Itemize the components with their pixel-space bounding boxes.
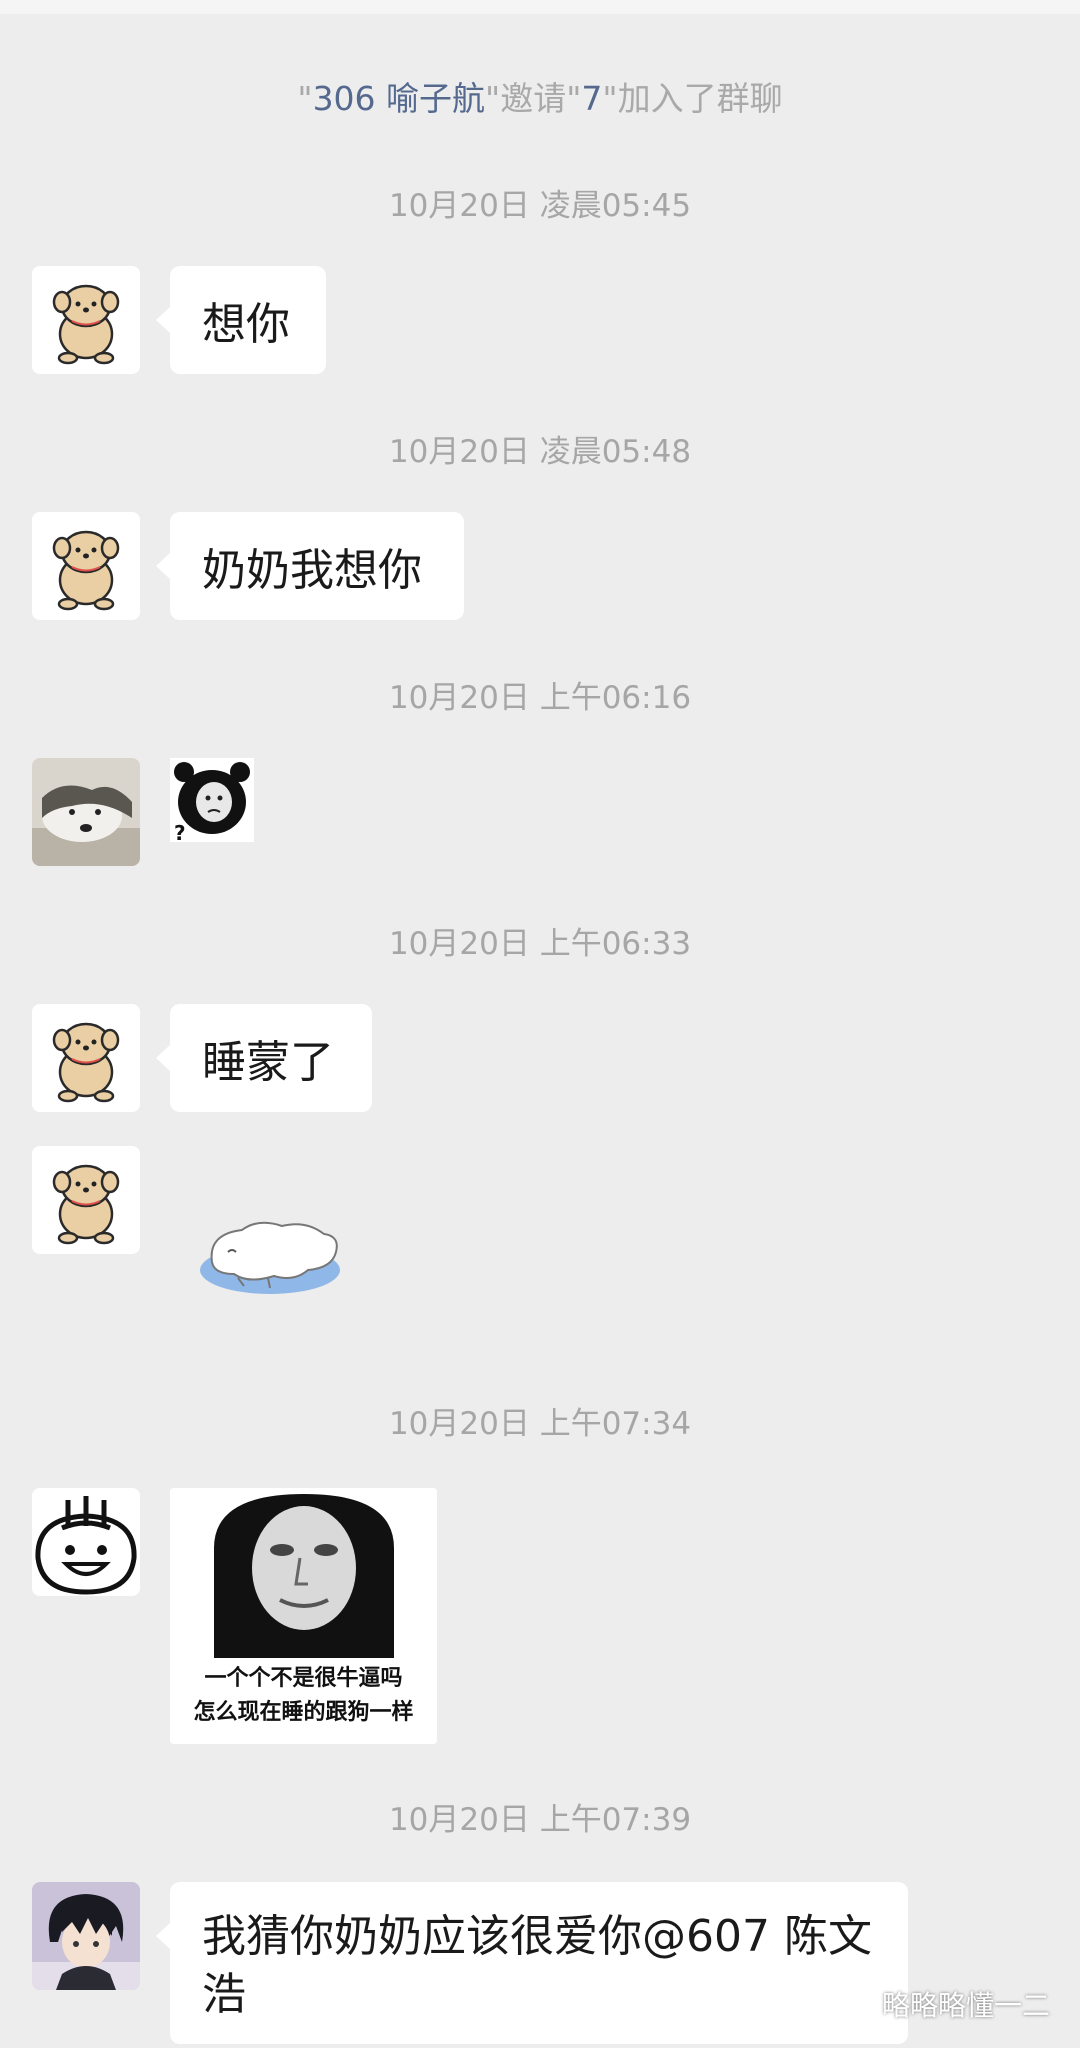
cartoon-dog-avatar[interactable]	[32, 266, 140, 374]
message-timestamp: 10月20日 上午06:33	[388, 926, 692, 962]
doodle-face-avatar[interactable]	[32, 1488, 140, 1596]
cartoon-dog-avatar[interactable]	[32, 1146, 140, 1254]
message-bubble[interactable]: 奶奶我想你	[156, 512, 464, 620]
svg-text:?: ?	[174, 821, 186, 842]
invitee-name[interactable]: 7	[581, 79, 602, 118]
message-text-line2: 浩	[202, 1969, 246, 2020]
notice-suffix: 加入了群聊	[617, 79, 783, 118]
message-timestamp: 10月20日 上午07:39	[388, 1802, 692, 1838]
cartoon-dog-avatar[interactable]	[32, 512, 140, 620]
meme-image[interactable]: 一个个不是很牛逼吗 怎么现在睡的跟狗一样	[170, 1488, 437, 1744]
watermark-text: 略略略懂一二	[881, 1989, 1050, 2022]
message-timestamp: 10月20日 凌晨05:48	[388, 434, 692, 470]
message-text: 想你	[202, 299, 290, 350]
message-timestamp: 10月20日 凌晨05:45	[388, 188, 692, 224]
message-text-line1: 我猜你奶奶应该很爱你@607 陈文	[202, 1911, 872, 1962]
anime-boy-avatar[interactable]	[32, 1882, 140, 1990]
message-text: 睡蒙了	[202, 1037, 334, 1088]
wechat-icon	[834, 1988, 873, 2019]
cartoon-dog-avatar[interactable]	[32, 1004, 140, 1112]
message-timestamp: 10月20日 上午07:34	[388, 1406, 692, 1442]
sleeping-white-dog-sticker[interactable]	[198, 1212, 348, 1302]
group-join-notice: "306 喻子航"邀请"7"加入了群聊	[297, 79, 783, 118]
panda-head-question-sticker[interactable]: ?	[170, 758, 254, 842]
meme-caption-line1: 一个个不是很牛逼吗	[204, 1666, 403, 1691]
message-bubble[interactable]: 想你	[156, 266, 326, 374]
meme-caption-line2: 怎么现在睡的跟狗一样	[193, 1700, 414, 1725]
message-text: 奶奶我想你	[202, 545, 422, 596]
status-bar-edge	[0, 0, 1080, 14]
watermark: 略略略懂一二	[834, 1984, 1050, 2024]
message-text: 我猜你奶奶应该很爱你@607 陈文 浩	[202, 1908, 872, 2024]
message-timestamp: 10月20日 上午06:16	[388, 680, 692, 716]
husky-photo-avatar[interactable]	[32, 758, 140, 866]
notice-action: 邀请	[500, 79, 567, 118]
message-bubble[interactable]: 睡蒙了	[156, 1004, 372, 1112]
inviter-name[interactable]: 306 喻子航	[313, 79, 485, 118]
message-bubble[interactable]: 我猜你奶奶应该很爱你@607 陈文 浩	[156, 1882, 908, 2044]
